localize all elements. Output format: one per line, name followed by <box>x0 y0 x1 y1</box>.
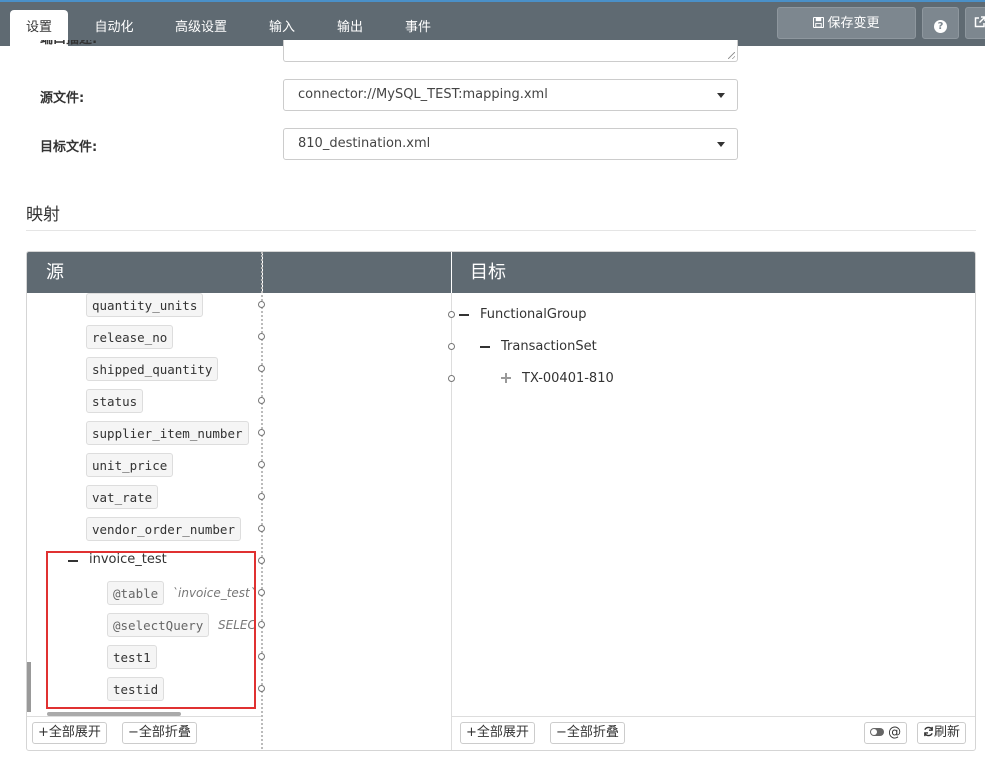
source-expand-all-button[interactable]: +全部展开 <box>32 722 107 744</box>
source-field[interactable]: supplier_item_number <box>86 421 249 445</box>
floppy-disk-icon <box>813 16 825 29</box>
source-field[interactable]: vat_rate <box>86 485 159 509</box>
source-connector-dot[interactable] <box>258 653 265 660</box>
mapping-panel: 源 目标 quantity_units release_no shipped_q… <box>26 251 976 751</box>
source-connector-dot[interactable] <box>258 365 265 372</box>
target-file-label: 目标文件: <box>40 140 98 155</box>
caret-down-icon <box>717 142 725 147</box>
select-query-value: SELEC <box>218 618 256 632</box>
toggle-icon <box>870 728 884 736</box>
source-field[interactable]: quantity_units <box>86 293 204 317</box>
tab-advanced[interactable]: 高级设置 <box>164 10 238 46</box>
port-description-textarea[interactable] <box>283 40 738 62</box>
source-connector-dot[interactable] <box>258 301 265 308</box>
target-node-functional-group[interactable]: FunctionalGroup <box>480 307 586 322</box>
target-divider <box>451 293 452 750</box>
vertical-scrollbar[interactable] <box>27 662 31 712</box>
source-collapse-all-button[interactable]: −全部折叠 <box>122 722 197 744</box>
source-field[interactable]: testid <box>107 677 165 701</box>
top-accent-line <box>0 0 985 2</box>
source-footer-divider <box>27 716 261 717</box>
minus-icon: − <box>128 725 139 740</box>
source-attribute-select-query[interactable]: @selectQuery <box>107 613 210 637</box>
source-field[interactable]: status <box>86 389 144 413</box>
collapse-minus-icon[interactable] <box>68 560 78 562</box>
source-file-select[interactable]: connector://MySQL_TEST:mapping.xml <box>283 79 738 111</box>
source-connector-dot[interactable] <box>258 685 265 692</box>
attribute-toggle-button[interactable]: @ <box>864 722 908 744</box>
refresh-label: 刷新 <box>934 725 961 740</box>
source-divider <box>261 252 263 750</box>
target-file-value: 810_destination.xml <box>298 136 431 151</box>
external-link-button[interactable] <box>965 7 985 39</box>
at-sign-label: @ <box>888 725 902 740</box>
source-connector-dot[interactable] <box>258 589 265 596</box>
target-connector-dot[interactable] <box>448 311 455 318</box>
source-connector-dot[interactable] <box>258 621 265 628</box>
target-node-transaction-set[interactable]: TransactionSet <box>501 339 597 354</box>
source-field[interactable]: shipped_quantity <box>86 357 219 381</box>
collapse-all-label: 全部折叠 <box>566 725 619 740</box>
source-field[interactable]: unit_price <box>86 453 174 477</box>
source-field[interactable]: release_no <box>86 325 174 349</box>
source-file-label: 源文件: <box>40 91 85 106</box>
collapse-minus-icon[interactable] <box>480 346 490 348</box>
collapse-all-label: 全部折叠 <box>138 725 191 740</box>
target-connector-dot[interactable] <box>448 343 455 350</box>
external-link-icon <box>974 16 985 28</box>
target-node-tx-00401-810[interactable]: TX-00401-810 <box>522 371 614 386</box>
link-column-header <box>263 252 451 293</box>
save-changes-label: 保存变更 <box>827 16 880 31</box>
source-connector-dot[interactable] <box>258 493 265 500</box>
help-icon: ? <box>934 20 947 33</box>
expand-plus-icon[interactable] <box>501 373 511 383</box>
collapse-minus-icon[interactable] <box>459 314 469 316</box>
target-file-select[interactable]: 810_destination.xml <box>283 128 738 160</box>
target-connector-dot[interactable] <box>448 375 455 382</box>
port-description-label: 端口描述: <box>40 40 97 52</box>
plus-icon: + <box>466 725 477 740</box>
resize-grip-icon[interactable] <box>728 52 735 59</box>
target-collapse-all-button[interactable]: −全部折叠 <box>550 722 625 744</box>
minus-icon: − <box>556 725 567 740</box>
target-expand-all-button[interactable]: +全部展开 <box>460 722 535 744</box>
source-attribute-table[interactable]: @table <box>107 581 165 605</box>
source-connector-dot[interactable] <box>258 429 265 436</box>
source-group-invoice-test[interactable]: invoice_test <box>89 552 167 567</box>
source-connector-dot[interactable] <box>258 557 265 564</box>
refresh-button[interactable]: 刷新 <box>917 722 967 744</box>
target-header: 目标 <box>452 252 975 293</box>
save-changes-button[interactable]: 保存变更 <box>777 7 916 39</box>
caret-down-icon <box>717 93 725 98</box>
source-connector-dot[interactable] <box>258 397 265 404</box>
source-connector-dot[interactable] <box>258 333 265 340</box>
source-field[interactable]: test1 <box>107 645 157 669</box>
section-divider <box>26 230 976 231</box>
source-connector-dot[interactable] <box>258 525 265 532</box>
source-connector-dot[interactable] <box>258 461 265 468</box>
target-footer-divider <box>452 716 975 717</box>
mapping-section-title: 映射 <box>26 205 60 225</box>
table-attribute-value: `invoice_test` <box>172 586 256 600</box>
source-file-value: connector://MySQL_TEST:mapping.xml <box>298 87 548 102</box>
help-button[interactable]: ? <box>922 7 959 39</box>
plus-icon: + <box>38 725 49 740</box>
source-field[interactable]: vendor_order_number <box>86 517 241 541</box>
refresh-icon <box>924 726 933 737</box>
expand-all-label: 全部展开 <box>48 725 101 740</box>
expand-all-label: 全部展开 <box>476 725 529 740</box>
source-header: 源 <box>27 252 262 293</box>
